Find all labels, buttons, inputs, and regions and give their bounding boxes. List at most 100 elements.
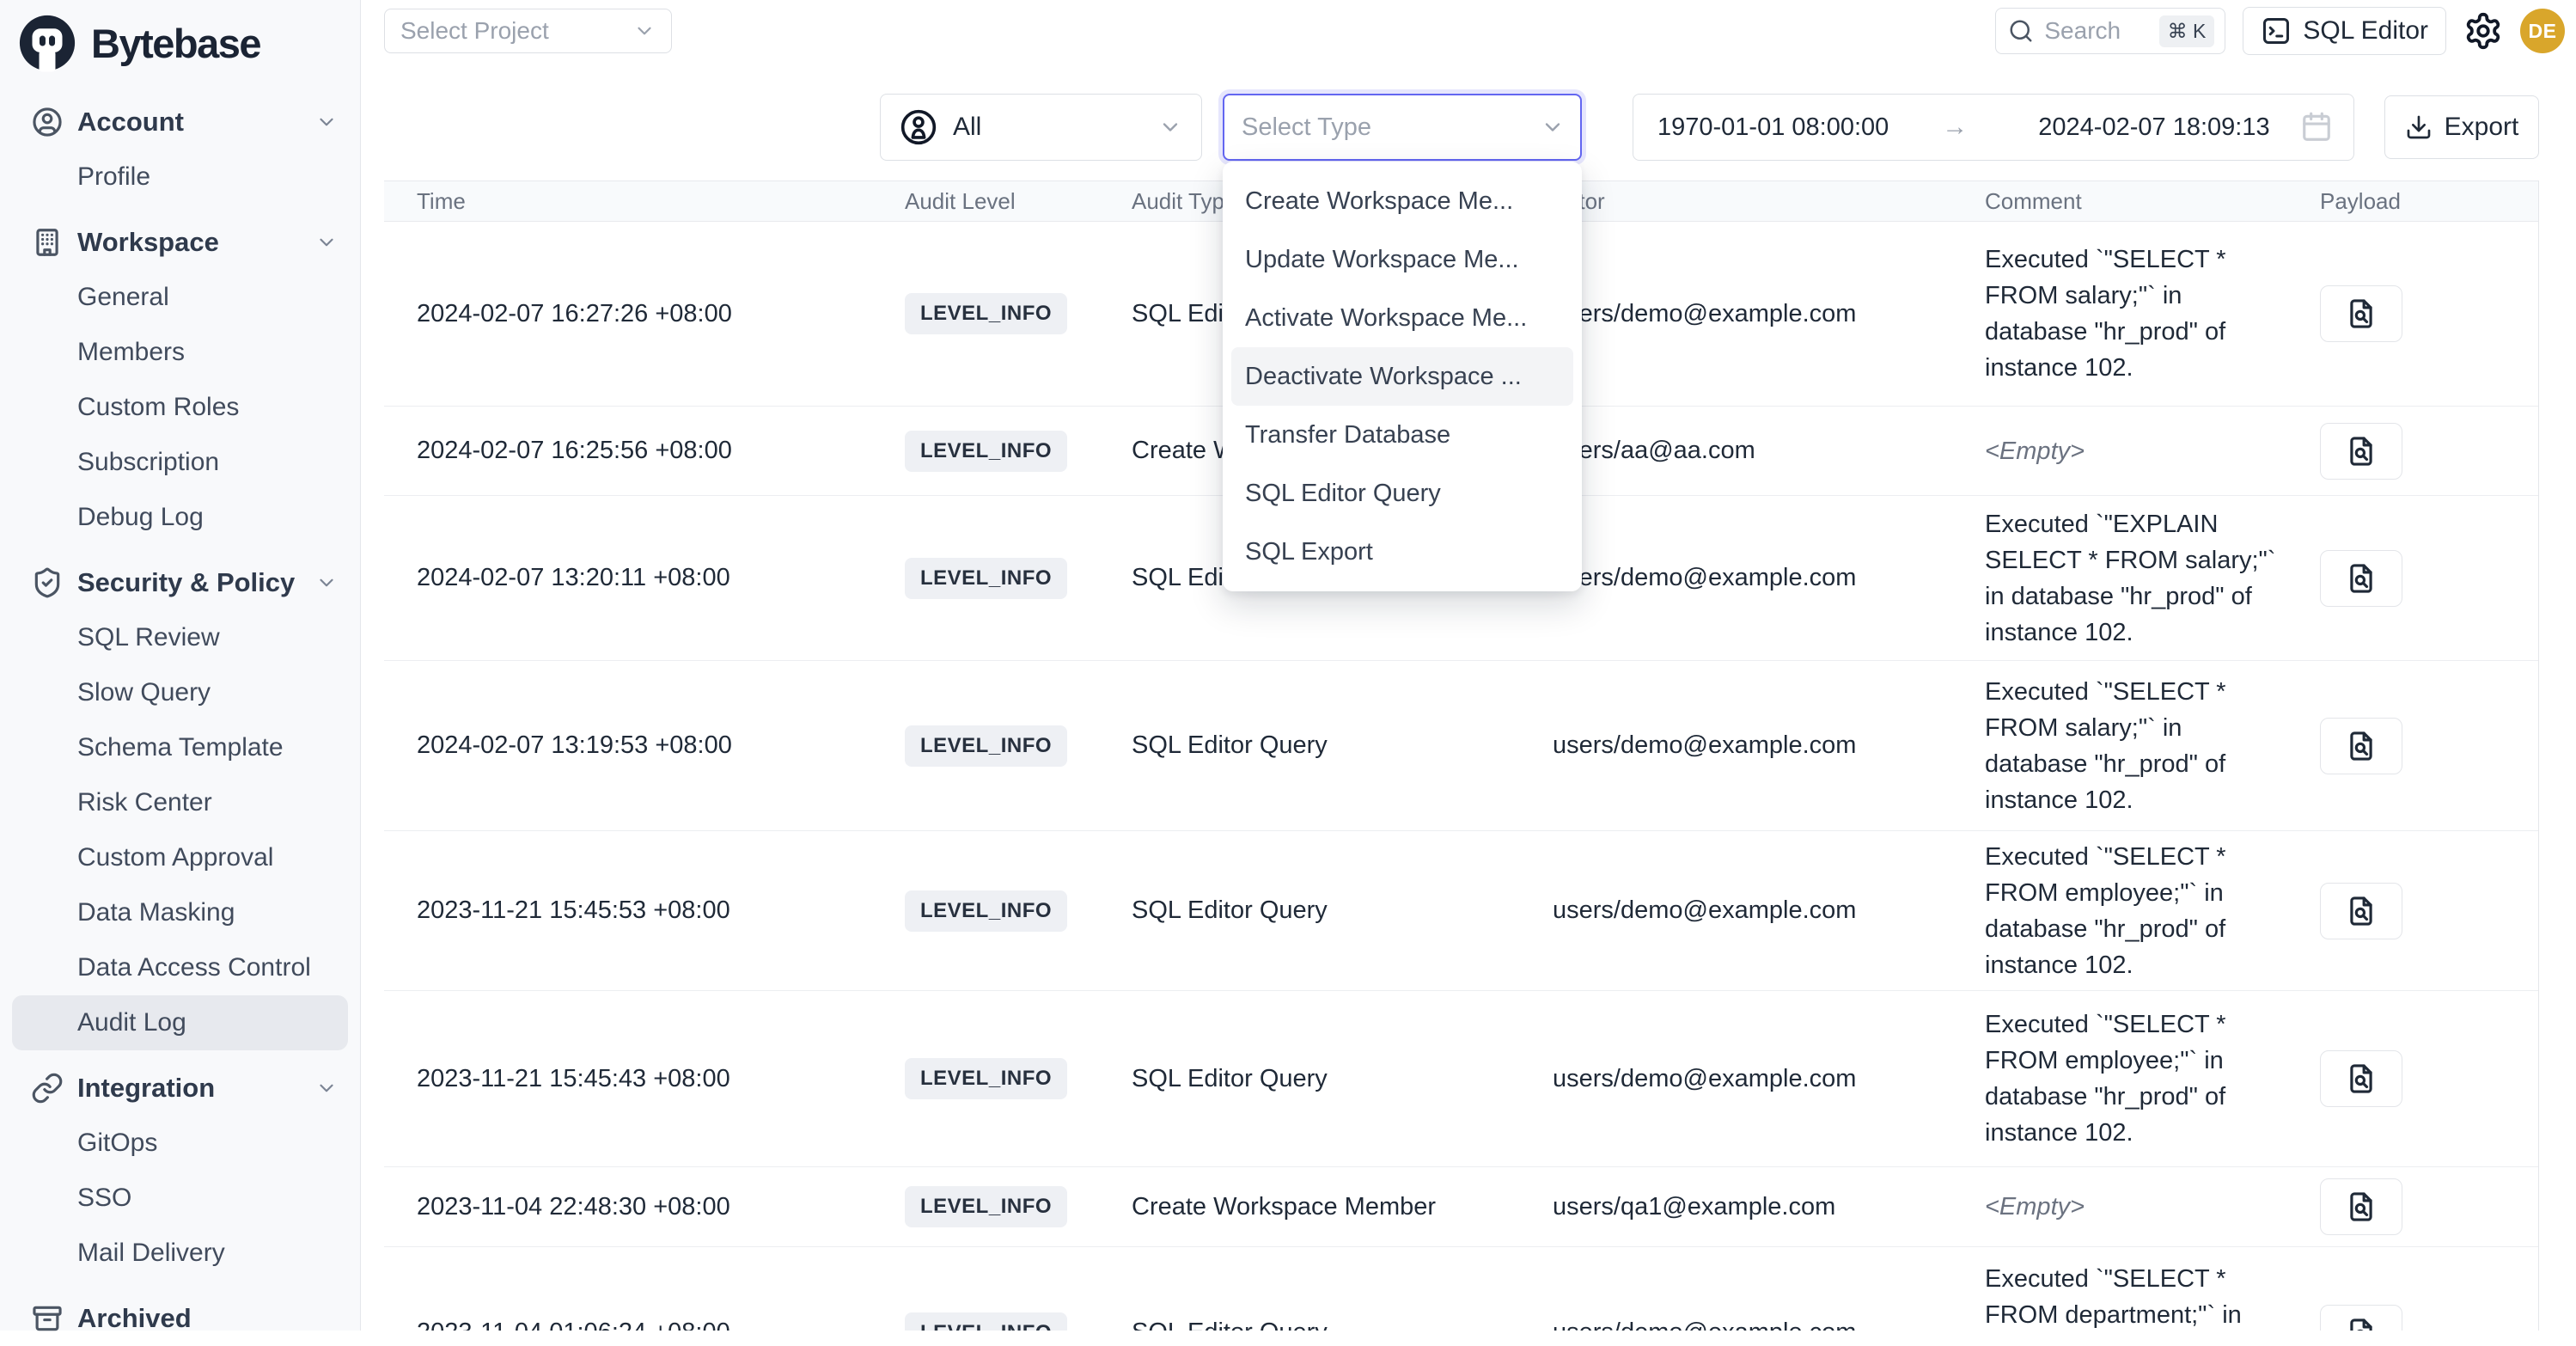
cell-audit-level: LEVEL_INFO [905, 890, 1132, 932]
sidebar-item-schema-template[interactable]: Schema Template [0, 720, 360, 775]
cell-time: 2023-11-04 22:48:30 +08:00 [384, 1193, 905, 1221]
cell-audit-level: LEVEL_INFO [905, 558, 1132, 599]
file-search-icon [2345, 730, 2378, 762]
sql-editor-button[interactable]: SQL Editor [2243, 7, 2446, 55]
cell-actor: users/demo@example.com [1553, 564, 1985, 592]
type-select-placeholder: Select Type [1242, 113, 1371, 142]
sidebar-item-sql-review[interactable]: SQL Review [0, 610, 360, 665]
menu-item-activate-workspace-me[interactable]: Activate Workspace Me... [1231, 289, 1573, 347]
sidebar-item-label: Custom Roles [77, 393, 239, 422]
cell-payload [2320, 718, 2539, 774]
calendar-icon [2300, 111, 2333, 144]
project-select-placeholder: Select Project [400, 17, 549, 45]
sidebar-item-label: Members [77, 338, 185, 367]
column-header-audit-level: Audit Level [905, 188, 1132, 215]
cell-actor: users/demo@example.com [1553, 896, 1985, 925]
link-icon [31, 1072, 64, 1104]
topbar: Select Project Search ⌘ K SQL Editor DE [361, 0, 2576, 62]
sidebar-item-account[interactable]: Account [0, 95, 360, 150]
payload-button[interactable] [2320, 550, 2402, 607]
sidebar-item-profile[interactable]: Profile [0, 150, 360, 205]
sidebar-item-workspace[interactable]: Workspace [0, 215, 360, 270]
type-select[interactable]: Select Type [1223, 94, 1582, 161]
file-search-icon [2345, 297, 2378, 330]
sidebar-item-label: Schema Template [77, 733, 284, 762]
cell-audit-level: LEVEL_INFO [905, 431, 1132, 472]
actor-filter-select[interactable]: All [880, 94, 1202, 161]
avatar-initials: DE [2529, 20, 2557, 43]
menu-item-deactivate-workspace[interactable]: Deactivate Workspace ... [1231, 347, 1573, 406]
cell-payload [2320, 1305, 2539, 1331]
payload-button[interactable] [2320, 285, 2402, 342]
sidebar-item-archived[interactable]: Archived [0, 1291, 360, 1346]
sidebar-item-security-policy[interactable]: Security & Policy [0, 555, 360, 610]
payload-button[interactable] [2320, 1305, 2402, 1331]
cell-payload [2320, 285, 2539, 342]
sidebar-item-debug-log[interactable]: Debug Log [0, 490, 360, 545]
avatar[interactable]: DE [2520, 9, 2565, 53]
level-badge: LEVEL_INFO [905, 293, 1067, 334]
sidebar: Bytebase AccountProfile WorkspaceGeneral M… [0, 0, 361, 1331]
archive-icon [31, 1302, 64, 1335]
menu-item-create-workspace-me[interactable]: Create Workspace Me... [1231, 172, 1573, 230]
bytebase-logo[interactable]: Bytebase [0, 0, 360, 83]
file-search-icon [2345, 1317, 2378, 1331]
sidebar-item-sso[interactable]: SSO [0, 1171, 360, 1226]
table-row: 2023-11-21 15:45:53 +08:00LEVEL_INFOSQL … [384, 831, 2538, 991]
search-input[interactable]: Search ⌘ K [1995, 8, 2225, 54]
sidebar-item-audit-log[interactable]: Audit Log [12, 995, 348, 1050]
brand-name: Bytebase [91, 20, 260, 67]
menu-item-transfer-database[interactable]: Transfer Database [1231, 406, 1573, 464]
project-select[interactable]: Select Project [384, 9, 672, 53]
cell-payload [2320, 883, 2539, 939]
date-range-end: 2024-02-07 18:09:13 [2038, 113, 2269, 142]
menu-item-update-workspace-me[interactable]: Update Workspace Me... [1231, 230, 1573, 289]
sidebar-item-label: Archived [77, 1303, 192, 1334]
cell-audit-level: LEVEL_INFO [905, 725, 1132, 767]
gear-icon[interactable] [2463, 11, 2503, 51]
level-badge: LEVEL_INFO [905, 890, 1067, 932]
level-badge: LEVEL_INFO [905, 1186, 1067, 1227]
sidebar-item-custom-approval[interactable]: Custom Approval [0, 830, 360, 885]
sidebar-item-data-access-control[interactable]: Data Access Control [0, 940, 360, 995]
sidebar-item-integration[interactable]: Integration [0, 1061, 360, 1116]
column-header-payload: Payload [2320, 188, 2539, 215]
sidebar-item-custom-roles[interactable]: Custom Roles [0, 380, 360, 435]
payload-button[interactable] [2320, 883, 2402, 939]
payload-button[interactable] [2320, 1178, 2402, 1235]
chevron-down-icon [1158, 115, 1182, 139]
sidebar-item-label: Mail Delivery [77, 1239, 225, 1268]
date-range-start: 1970-01-01 08:00:00 [1657, 113, 1889, 142]
sidebar-item-members[interactable]: Members [0, 325, 360, 380]
sidebar-item-label: Custom Approval [77, 843, 273, 872]
payload-button[interactable] [2320, 1050, 2402, 1107]
sidebar-item-label: Audit Log [77, 1008, 186, 1037]
table-row: 2023-11-21 15:45:43 +08:00LEVEL_INFOSQL … [384, 991, 2538, 1167]
sidebar-item-data-masking[interactable]: Data Masking [0, 885, 360, 940]
export-button[interactable]: Export [2384, 95, 2539, 159]
menu-item-sql-export[interactable]: SQL Export [1231, 523, 1573, 581]
sidebar-item-label: Subscription [77, 448, 219, 477]
cell-comment: Executed `"SELECT * FROM employee;"` in … [1985, 839, 2320, 983]
sidebar-item-general[interactable]: General [0, 270, 360, 325]
empty-value: <Empty> [1985, 437, 2085, 465]
filter-bar: All Select Type 1970-01-01 08:00:00 → 20… [384, 93, 2539, 162]
menu-item-sql-editor-query[interactable]: SQL Editor Query [1231, 464, 1573, 523]
sidebar-item-label: Data Masking [77, 898, 235, 927]
building-icon [31, 226, 64, 259]
file-search-icon [2345, 562, 2378, 595]
sidebar-item-risk-center[interactable]: Risk Center [0, 775, 360, 830]
level-badge: LEVEL_INFO [905, 1312, 1067, 1331]
search-icon [2008, 18, 2034, 44]
payload-button[interactable] [2320, 718, 2402, 774]
cell-comment: <Empty> [1985, 1189, 2320, 1225]
sidebar-item-label: SSO [77, 1184, 131, 1213]
sidebar-item-mail-delivery[interactable]: Mail Delivery [0, 1226, 360, 1281]
sidebar-item-slow-query[interactable]: Slow Query [0, 665, 360, 720]
sidebar-item-gitops[interactable]: GitOps [0, 1116, 360, 1171]
sidebar-item-subscription[interactable]: Subscription [0, 435, 360, 490]
cell-time: 2023-11-04 01:06:24 +08:00 [384, 1318, 905, 1331]
date-range-picker[interactable]: 1970-01-01 08:00:00 → 2024-02-07 18:09:1… [1633, 94, 2354, 161]
payload-button[interactable] [2320, 423, 2402, 480]
cell-comment: Executed `"SELECT * FROM department;"` i… [1985, 1261, 2320, 1331]
